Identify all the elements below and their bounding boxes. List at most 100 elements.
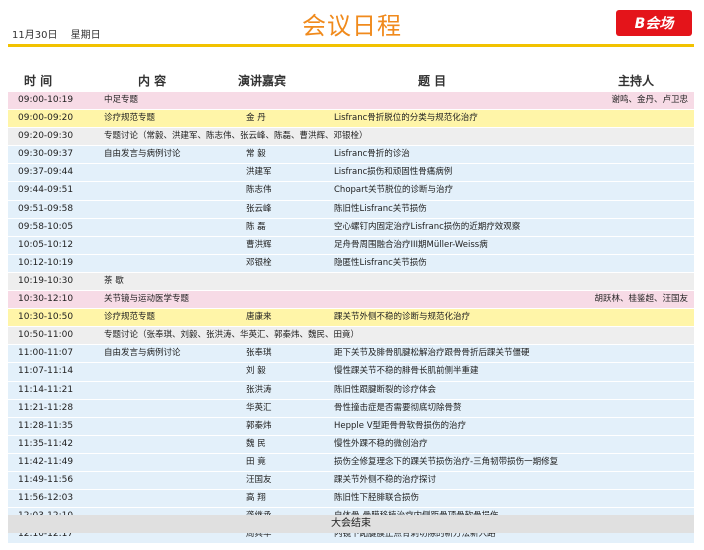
row-speaker: 魏 民 xyxy=(246,438,266,449)
row-time: 10:12-10:19 xyxy=(18,257,74,268)
row-host: 胡跃林、桂鉴超、汪国友 xyxy=(594,294,688,305)
row-time: 09:44-09:51 xyxy=(18,185,74,196)
row-topic: 踝关节外侧不稳的治疗探讨 xyxy=(334,474,437,485)
schedule-row: 11:28-11:35 郭秦炜 Hepple V型距骨骨软骨损伤的治疗 xyxy=(8,417,694,436)
row-speaker: 汪国友 xyxy=(246,474,272,485)
row-time: 11:07-11:14 xyxy=(18,366,74,377)
row-time: 11:21-11:28 xyxy=(18,402,74,413)
schedule-row: 10:30-10:50 诊疗规范专题 唐康来 踝关节外侧不稳的诊断与规范化治疗 xyxy=(8,309,694,328)
venue-badge: B会场 xyxy=(616,10,692,36)
row-topic: 足舟骨周围融合治疗III期Müller-Weiss病 xyxy=(334,239,488,250)
schedule-row: 11:14-11:21 张洪涛 陈旧性跟腱断裂的诊疗体会 xyxy=(8,381,694,400)
schedule-row: 09:00-09:20 诊疗规范专题 金 丹 Lisfranc骨折脱位的分类与规范化治… xyxy=(8,110,694,129)
table-header: 时 间 内 容 演讲嘉宾 题 目 主持人 xyxy=(8,72,694,90)
schedule-row: 09:58-10:05 陈 磊 空心螺钉内固定治疗Lisfranc损伤的近期疗效观察 xyxy=(8,218,694,237)
row-speaker: 张奉琪 xyxy=(246,348,272,359)
row-topic: Lisfranc损伤和顽固性骨痛病例 xyxy=(334,167,453,178)
schedule-row: 10:50-11:00 专题讨论（张奉琪、刘毅、张洪涛、华英汇、郭秦炜、魏民、田竟… xyxy=(8,327,694,346)
column-header-speaker: 演讲嘉宾 xyxy=(238,74,287,88)
row-content: 茶 歇 xyxy=(104,275,124,286)
row-speaker: 郭秦炜 xyxy=(246,420,272,431)
header-divider xyxy=(8,44,694,47)
schedule-row: 10:30-12:10 关节镜与运动医学专题 胡跃林、桂鉴超、汪国友 xyxy=(8,291,694,310)
schedule-table: 09:00-10:19 中足专题 谢鸣、金丹、卢卫忠 09:00-09:20 诊疗规范专… xyxy=(8,92,694,545)
row-content: 关节镜与运动医学专题 xyxy=(104,294,190,305)
row-speaker: 陈志伟 xyxy=(246,185,272,196)
schedule-row: 10:05-10:12 曹洪辉 足舟骨周围融合治疗III期Müller-Weiss病 xyxy=(8,236,694,255)
schedule-row: 10:12-10:19 邓银栓 隐匿性Lisfranc关节损伤 xyxy=(8,254,694,273)
row-time: 10:50-11:00 xyxy=(18,330,74,341)
row-speaker: 华英汇 xyxy=(246,402,272,413)
schedule-row: 09:30-09:37 自由发言与病例讨论 常 毅 Lisfranc骨折的诊治 xyxy=(8,146,694,165)
row-time: 09:51-09:58 xyxy=(18,203,74,214)
schedule-row: 11:56-12:03 高 翔 陈旧性下胫腓联合损伤 xyxy=(8,490,694,509)
row-content: 诊疗规范专题 xyxy=(104,113,156,124)
row-speaker: 田 竟 xyxy=(246,456,266,467)
row-time: 10:30-12:10 xyxy=(18,294,74,305)
row-topic: 空心螺钉内固定治疗Lisfranc损伤的近期疗效观察 xyxy=(334,221,521,232)
schedule-row: 09:20-09:30 专题讨论（常毅、洪建军、陈志伟、张云峰、陈磊、曹洪辉、邓银… xyxy=(8,128,694,147)
row-speaker: 张洪涛 xyxy=(246,384,272,395)
row-topic: Lisfranc骨折的诊治 xyxy=(334,149,410,160)
row-speaker: 曹洪辉 xyxy=(246,239,272,250)
row-speaker: 邓银栓 xyxy=(246,257,272,268)
row-time: 11:42-11:49 xyxy=(18,456,74,467)
row-topic: 陈旧性Lisfranc关节损伤 xyxy=(334,203,427,214)
row-content: 诊疗规范专题 xyxy=(104,312,156,323)
row-speaker: 唐康来 xyxy=(246,312,272,323)
row-time: 10:30-10:50 xyxy=(18,312,74,323)
row-time: 11:49-11:56 xyxy=(18,474,74,485)
row-speaker: 常 毅 xyxy=(246,149,266,160)
row-content: 专题讨论（张奉琪、刘毅、张洪涛、华英汇、郭秦炜、魏民、田竟） xyxy=(104,330,360,341)
row-time: 11:56-12:03 xyxy=(18,493,74,504)
row-topic: 慢性踝关节不稳的腓骨长肌前侧半重建 xyxy=(334,366,479,377)
schedule-row: 10:19-10:30 茶 歇 xyxy=(8,272,694,292)
row-speaker: 刘 毅 xyxy=(246,366,266,377)
row-speaker: 洪建军 xyxy=(246,167,272,178)
row-topic: 踝关节外侧不稳的诊断与规范化治疗 xyxy=(334,312,471,323)
schedule-row: 11:21-11:28 华英汇 骨性撞击症是否需要彻底切除骨赘 xyxy=(8,399,694,418)
row-time: 09:00-09:20 xyxy=(18,113,74,124)
schedule-row: 09:00-10:19 中足专题 谢鸣、金丹、卢卫忠 xyxy=(8,92,694,111)
row-topic: Chopart关节脱位的诊断与治疗 xyxy=(334,185,453,196)
row-topic: 陈旧性跟腱断裂的诊疗体会 xyxy=(334,384,437,395)
row-time: 10:05-10:12 xyxy=(18,239,74,250)
schedule-row: 09:37-09:44 洪建军 Lisfranc损伤和顽固性骨痛病例 xyxy=(8,164,694,183)
schedule-row: 11:49-11:56 汪国友 踝关节外侧不稳的治疗探讨 xyxy=(8,471,694,491)
row-time: 11:28-11:35 xyxy=(18,420,74,431)
closing-row: 大会结束 xyxy=(8,515,694,533)
row-topic: 骨性撞击症是否需要彻底切除骨赘 xyxy=(334,402,462,413)
schedule-row: 11:07-11:14 刘 毅 慢性踝关节不稳的腓骨长肌前侧半重建 xyxy=(8,363,694,382)
column-header-host: 主持人 xyxy=(618,74,655,88)
row-time: 09:20-09:30 xyxy=(18,131,74,142)
row-time: 11:35-11:42 xyxy=(18,438,74,449)
row-time: 11:00-11:07 xyxy=(18,348,74,359)
row-topic: 损伤全修复理念下的踝关节损伤治疗-三角韧带损伤一期修复 xyxy=(334,456,559,467)
row-topic: 慢性外踝不稳的微创治疗 xyxy=(334,438,428,449)
schedule-row: 11:35-11:42 魏 民 慢性外踝不稳的微创治疗 xyxy=(8,435,694,454)
schedule-row: 11:00-11:07 自由发言与病例讨论 张奉琪 距下关节及腓骨肌腱松解治疗跟骨骨折… xyxy=(8,345,694,364)
row-topic: Hepple V型距骨骨软骨损伤的治疗 xyxy=(334,420,467,431)
row-time: 09:30-09:37 xyxy=(18,149,74,160)
row-time: 10:19-10:30 xyxy=(18,275,74,286)
row-topic: 隐匿性Lisfranc关节损伤 xyxy=(334,257,427,268)
row-time: 09:37-09:44 xyxy=(18,167,74,178)
row-speaker: 张云峰 xyxy=(246,203,272,214)
row-time: 11:14-11:21 xyxy=(18,384,74,395)
row-content: 自由发言与病例讨论 xyxy=(104,149,181,160)
row-content: 中足专题 xyxy=(104,95,139,105)
column-header-time: 时 间 xyxy=(24,74,53,88)
row-speaker: 陈 磊 xyxy=(246,221,266,232)
row-topic: Lisfranc骨折脱位的分类与规范化治疗 xyxy=(334,113,478,124)
row-speaker: 金 丹 xyxy=(246,113,266,124)
row-topic: 陈旧性下胫腓联合损伤 xyxy=(334,493,420,504)
schedule-row: 09:44-09:51 陈志伟 Chopart关节脱位的诊断与治疗 xyxy=(8,182,694,201)
row-topic: 距下关节及腓骨肌腱松解治疗跟骨骨折后踝关节僵硬 xyxy=(334,348,530,359)
schedule-row: 11:42-11:49 田 竟 损伤全修复理念下的踝关节损伤治疗-三角韧带损伤一期修… xyxy=(8,453,694,472)
row-host: 谢鸣、金丹、卢卫忠 xyxy=(611,95,688,105)
row-time: 09:00-10:19 xyxy=(18,95,74,105)
row-content: 自由发言与病例讨论 xyxy=(104,348,181,359)
row-time: 09:58-10:05 xyxy=(18,221,74,232)
page-title: 会议日程 xyxy=(302,12,402,40)
schedule-row: 09:51-09:58 张云峰 陈旧性Lisfranc关节损伤 xyxy=(8,200,694,219)
